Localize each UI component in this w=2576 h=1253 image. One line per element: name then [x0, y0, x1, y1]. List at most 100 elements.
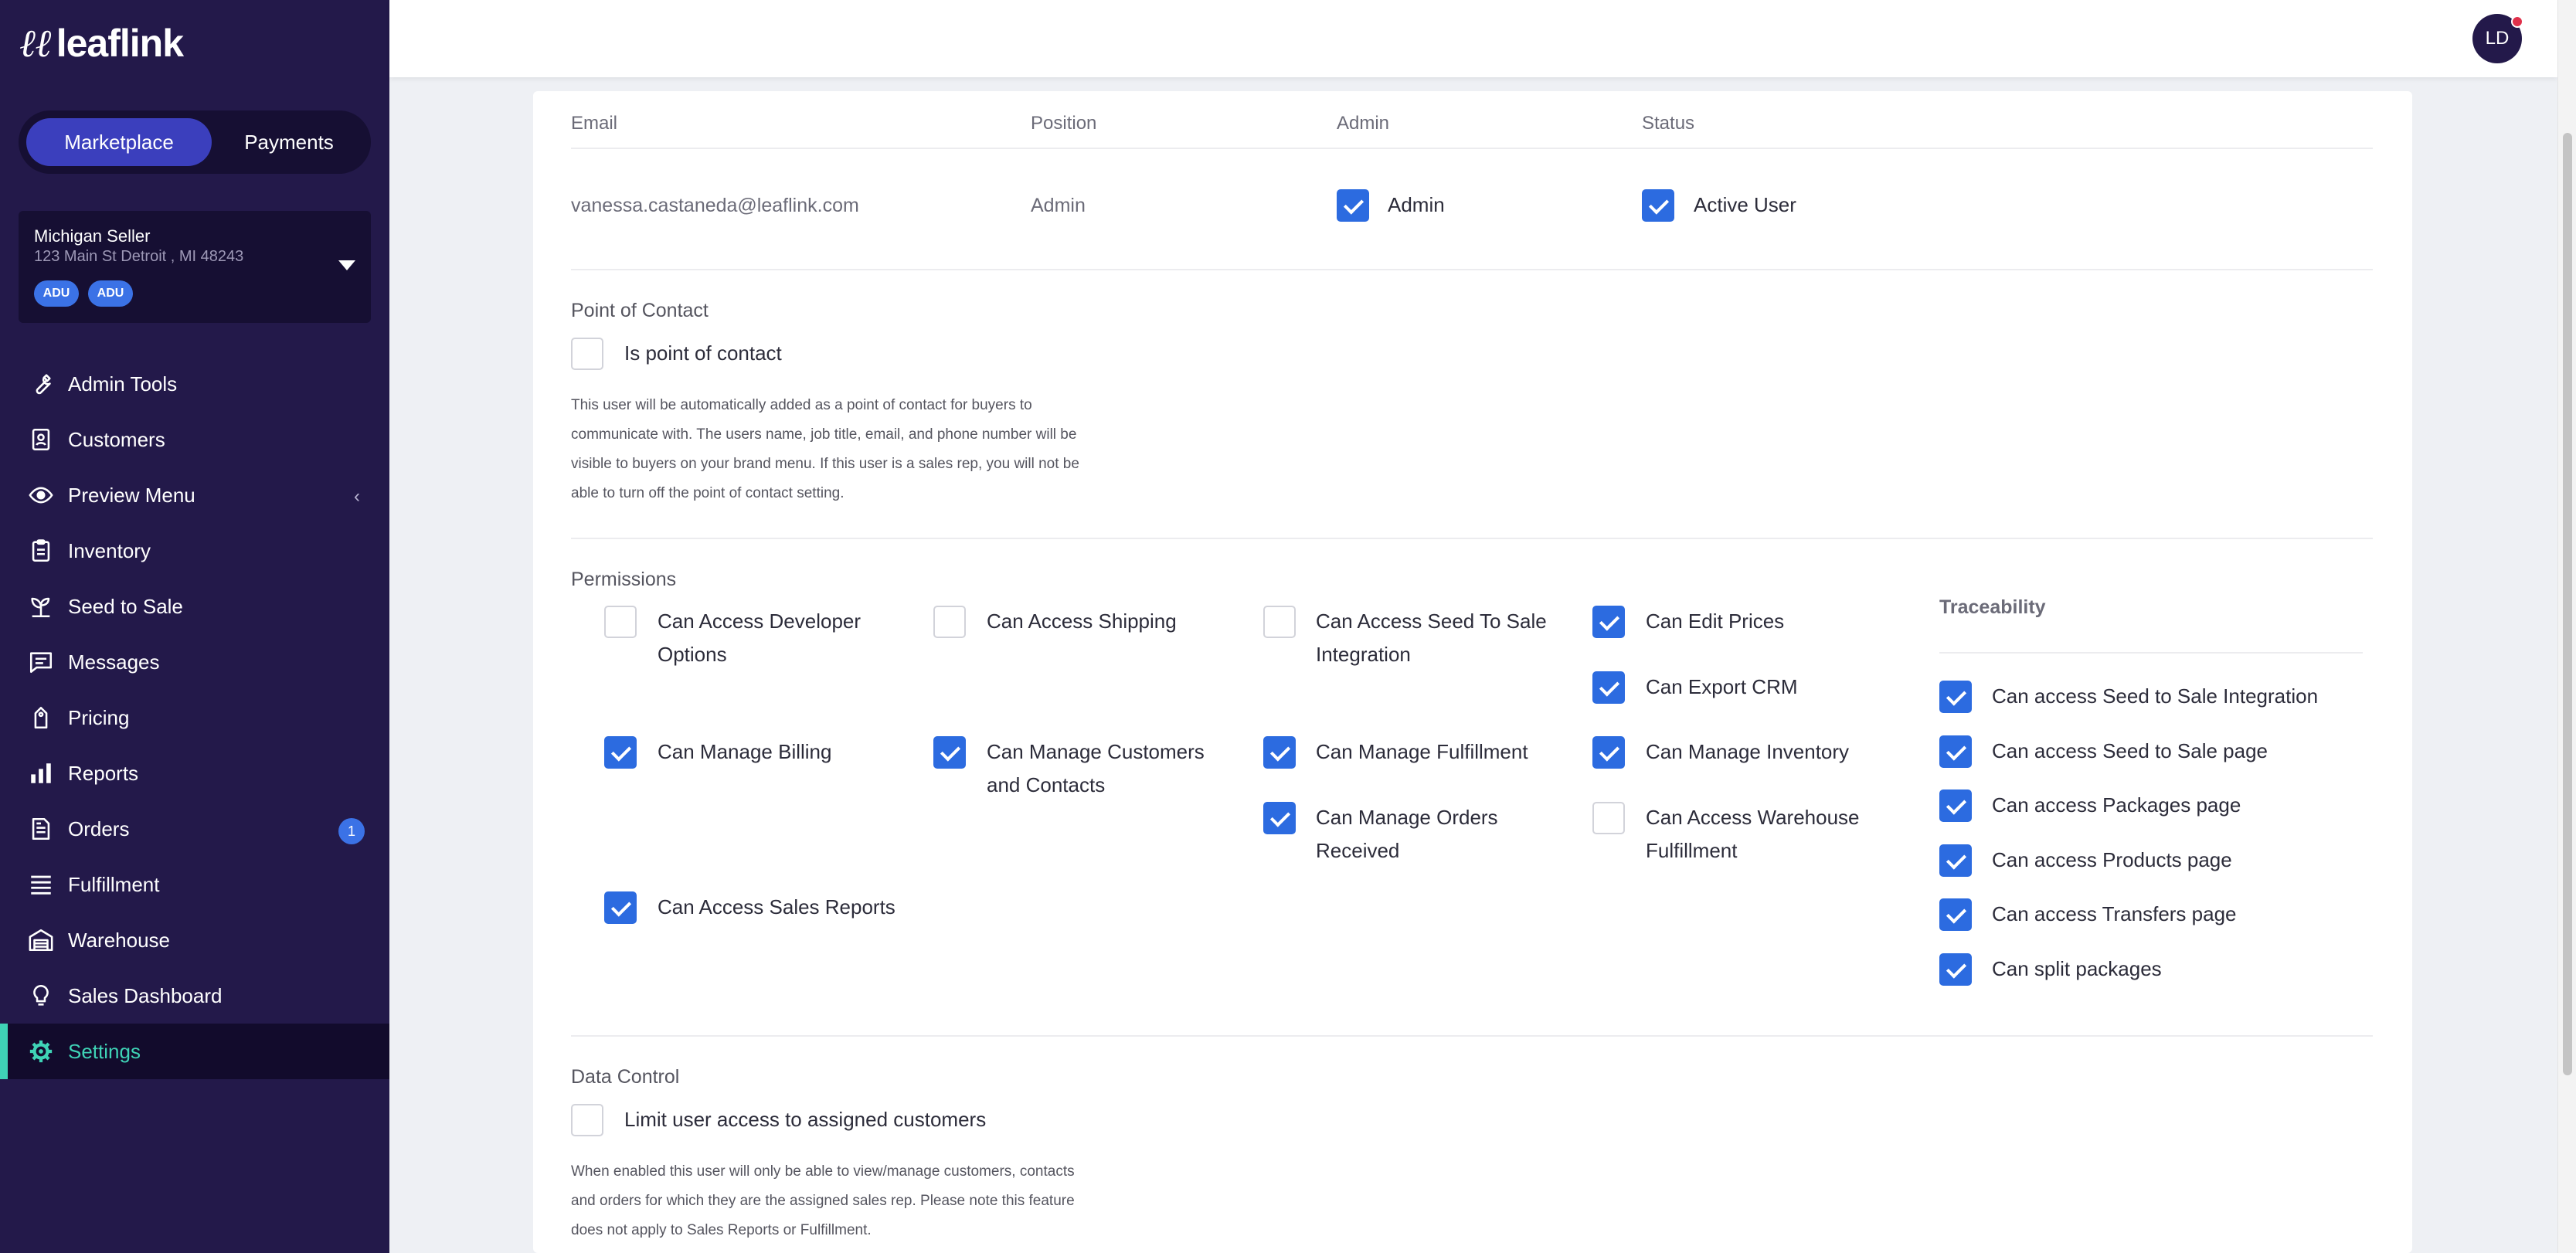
avatar[interactable]: LD: [2472, 14, 2523, 63]
admin-checkbox[interactable]: [1337, 189, 1369, 222]
trace-packages-page-checkbox[interactable]: [1939, 789, 1972, 822]
store-name: Michigan Seller: [34, 226, 151, 246]
developer-options-checkbox[interactable]: [604, 606, 637, 638]
sidebar-item-label: Sales Dashboard: [68, 983, 223, 1007]
contact-book-icon: [28, 426, 54, 453]
export-crm-label: Can Export CRM: [1646, 675, 1798, 698]
data-control-help: When enabled this user will only be able…: [571, 1163, 1075, 1238]
limit-access-label: Limit user access to assigned customers: [624, 1108, 987, 1131]
sidebar-item-label: Fulfillment: [68, 872, 160, 896]
sidebar: ℓℓ leaflink Marketplace Payments Michiga…: [0, 0, 389, 1253]
caret-down-icon[interactable]: [338, 260, 355, 270]
manage-customers-label: Can Manage Customers and Contacts: [987, 740, 1205, 796]
sidebar-item-label: Messages: [68, 650, 160, 674]
sidebar-item-sales-dashboard[interactable]: Sales Dashboard: [0, 968, 389, 1024]
manage-billing-checkbox[interactable]: [604, 736, 637, 769]
store-badge: ADU: [88, 280, 133, 307]
limit-access-checkbox[interactable]: [571, 1104, 603, 1136]
user-position: Admin: [1031, 195, 1086, 216]
sidebar-item-pricing[interactable]: Pricing: [0, 690, 389, 745]
sidebar-item-label: Warehouse: [68, 928, 170, 952]
sidebar-item-orders[interactable]: Orders 1: [0, 801, 389, 857]
point-of-contact-help: This user will be automatically added as…: [571, 397, 1079, 501]
message-icon: [28, 649, 54, 675]
developer-options-label: Can Access Developer Options: [658, 610, 861, 666]
user-settings-card: Email Position Admin Status vanessa.cast…: [533, 91, 2412, 1253]
email-column-header: Email: [571, 113, 618, 134]
sidebar-item-inventory[interactable]: Inventory: [0, 523, 389, 579]
document-icon: [28, 816, 54, 842]
trace-seed-to-sale-integration-checkbox[interactable]: [1939, 681, 1972, 713]
scrollbar-thumb[interactable]: [2563, 133, 2572, 1075]
warehouse-icon: [28, 927, 54, 953]
trace-split-packages-checkbox[interactable]: [1939, 953, 1972, 986]
marketplace-tab[interactable]: Marketplace: [26, 118, 212, 166]
sidebar-nav: Admin Tools Customers Preview Menu ‹ Inv…: [0, 356, 389, 1079]
sidebar-item-reports[interactable]: Reports: [0, 745, 389, 801]
trace-seed-to-sale-page-label: Can access Seed to Sale page: [1992, 739, 2268, 762]
warehouse-fulfillment-checkbox[interactable]: [1592, 802, 1625, 834]
shipping-checkbox[interactable]: [933, 606, 966, 638]
user-email: vanessa.castaneda@leaflink.com: [571, 195, 859, 216]
active-user-checkbox-label: Active User: [1694, 193, 1796, 216]
trace-packages-page-label: Can access Packages page: [1992, 793, 2241, 817]
trace-transfers-page-label: Can access Transfers page: [1992, 902, 2237, 925]
top-bar: [389, 0, 2557, 77]
leaflink-logo-text: leaflink: [56, 21, 184, 65]
store-address: 123 Main St Detroit , MI 48243: [34, 248, 244, 265]
trace-transfers-page-checkbox[interactable]: [1939, 898, 1972, 931]
eye-icon: [28, 482, 54, 508]
export-crm-checkbox[interactable]: [1592, 671, 1625, 704]
divider: [1939, 652, 2363, 654]
permissions-title: Permissions: [571, 569, 677, 590]
leaflink-logo[interactable]: ℓℓ leaflink: [20, 20, 184, 66]
avatar-initials: LD: [2485, 28, 2510, 49]
trace-seed-to-sale-page-checkbox[interactable]: [1939, 735, 1972, 768]
manage-customers-checkbox[interactable]: [933, 736, 966, 769]
edit-prices-checkbox[interactable]: [1592, 606, 1625, 638]
leaflink-logo-mark: ℓℓ: [20, 20, 53, 66]
point-of-contact-title: Point of Contact: [571, 300, 709, 321]
divider: [571, 148, 2373, 149]
manage-inventory-checkbox[interactable]: [1592, 736, 1625, 769]
sidebar-item-preview-menu[interactable]: Preview Menu ‹: [0, 467, 389, 523]
data-control-title: Data Control: [571, 1066, 680, 1088]
sales-reports-checkbox[interactable]: [604, 891, 637, 924]
position-column-header: Position: [1031, 113, 1097, 134]
shipping-label: Can Access Shipping: [987, 610, 1177, 633]
sidebar-item-messages[interactable]: Messages: [0, 634, 389, 690]
sidebar-item-label: Settings: [68, 1039, 141, 1063]
payments-tab[interactable]: Payments: [212, 118, 366, 166]
sidebar-item-label: Pricing: [68, 705, 130, 729]
manage-billing-label: Can Manage Billing: [658, 740, 832, 763]
manage-fulfillment-checkbox[interactable]: [1263, 736, 1296, 769]
price-tag-icon: [28, 705, 54, 731]
trace-products-page-checkbox[interactable]: [1939, 844, 1972, 877]
edit-prices-label: Can Edit Prices: [1646, 610, 1785, 633]
notification-dot: [2511, 15, 2523, 28]
lightbulb-icon: [28, 983, 54, 1009]
page-scrollbar[interactable]: [2557, 0, 2576, 1253]
wrench-icon: [28, 371, 54, 397]
sidebar-item-label: Reports: [68, 761, 139, 785]
admin-column-header: Admin: [1337, 113, 1390, 134]
sidebar-item-seed-to-sale[interactable]: Seed to Sale: [0, 579, 389, 634]
sidebar-item-fulfillment[interactable]: Fulfillment: [0, 857, 389, 912]
warehouse-fulfillment-label: Can Access Warehouse Fulfillment: [1646, 806, 1860, 862]
sidebar-item-customers[interactable]: Customers: [0, 412, 389, 467]
sidebar-item-warehouse[interactable]: Warehouse: [0, 912, 389, 968]
manage-orders-label: Can Manage Orders Received: [1316, 806, 1498, 862]
trace-seed-to-sale-integration-label: Can access Seed to Sale Integration: [1992, 684, 2319, 708]
seed-to-sale-integration-label: Can Access Seed To Sale Integration: [1316, 610, 1547, 666]
point-of-contact-checkbox[interactable]: [571, 338, 603, 370]
chevron-left-icon[interactable]: ‹: [354, 486, 360, 508]
manage-orders-checkbox[interactable]: [1263, 802, 1296, 834]
sidebar-item-label: Preview Menu: [68, 483, 195, 507]
seed-to-sale-integration-checkbox[interactable]: [1263, 606, 1296, 638]
sidebar-item-admin-tools[interactable]: Admin Tools: [0, 356, 389, 412]
active-user-checkbox[interactable]: [1642, 189, 1674, 222]
sidebar-item-settings[interactable]: Settings: [0, 1024, 389, 1079]
sidebar-item-label: Orders: [68, 817, 130, 840]
store-selector[interactable]: Michigan Seller 123 Main St Detroit , MI…: [19, 211, 371, 323]
divider: [571, 269, 2373, 270]
